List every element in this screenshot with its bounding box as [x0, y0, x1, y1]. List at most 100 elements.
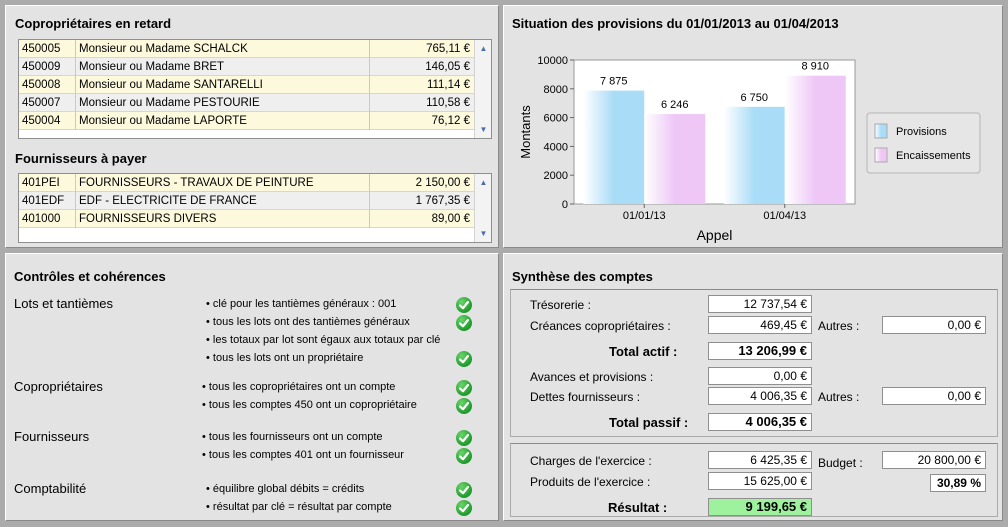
bar-encaissements	[784, 75, 846, 204]
total-actif-field: 13 206,99 €	[708, 342, 812, 360]
dettes-label: Dettes fournisseurs :	[530, 390, 641, 404]
cell-code: 450004	[19, 112, 76, 130]
retard-scrollbar[interactable]: ▲ ▼	[474, 40, 491, 138]
cell-name: Monsieur ou Madame BRET	[76, 58, 370, 76]
controle-item: • tous les comptes 450 ont un copropriét…	[202, 399, 417, 411]
cell-amount: 89,00 €	[370, 210, 475, 228]
retard-title: Copropriétaires en retard	[15, 16, 172, 31]
table-row[interactable]: 450007 Monsieur ou Madame PESTOURIE 110,58…	[19, 94, 475, 112]
bar-value-label: 6 246	[661, 99, 689, 111]
table-row[interactable]: 450009 Monsieur ou Madame BRET 146,05 €	[19, 58, 475, 76]
cell-name: FOURNISSEURS - TRAVAUX DE PEINTURE	[76, 174, 370, 192]
y-tick-label: 2000	[544, 170, 568, 182]
cell-amount: 111,14 €	[370, 76, 475, 94]
cell-code: 450008	[19, 76, 76, 94]
y-tick-label: 8000	[544, 84, 568, 96]
y-tick-label: 10000	[537, 55, 568, 67]
cell-amount: 110,58 €	[370, 94, 475, 112]
controle-item: • clé pour les tantièmes généraux : 001	[206, 298, 397, 310]
autres-actif-field[interactable]: 0,00 €	[882, 316, 986, 334]
bar-provisions	[723, 106, 785, 204]
budget-label: Budget :	[818, 456, 863, 470]
fournisseurs-grid[interactable]: 401PEI FOURNISSEURS - TRAVAUX DE PEINTURE…	[18, 173, 492, 243]
panel-synthese: Synthèse des comptes Trésorerie : 12 737…	[503, 253, 1003, 521]
cell-name: Monsieur ou Madame SANTARELLI	[76, 76, 370, 94]
avances-field[interactable]: 0,00 €	[708, 367, 812, 385]
cell-code: 401PEI	[19, 174, 76, 192]
bar-value-label: 8 910	[801, 61, 829, 73]
charges-field[interactable]: 6 425,35 €	[708, 451, 812, 469]
table-row[interactable]: 401EDF EDF - ELECTRICITE DE FRANCE 1 767,3…	[19, 192, 475, 210]
cell-code: 401EDF	[19, 192, 76, 210]
check-ok-icon	[456, 297, 472, 313]
cell-amount: 2 150,00 €	[370, 174, 475, 192]
cell-code: 450005	[19, 40, 76, 58]
fournisseurs-title: Fournisseurs à payer	[15, 151, 147, 166]
check-ok-icon	[456, 430, 472, 446]
avances-label: Avances et provisions :	[530, 370, 654, 384]
scroll-down-icon[interactable]: ▼	[476, 122, 491, 137]
resultat-field: 9 199,65 €	[708, 498, 812, 516]
y-tick-label: 4000	[544, 141, 568, 153]
total-passif-label: Total passif :	[609, 415, 689, 430]
controle-item: • tous les fournisseurs ont un compte	[202, 431, 383, 443]
bar-value-label: 7 875	[600, 76, 628, 88]
legend-label: Provisions	[896, 126, 947, 138]
budget-field[interactable]: 20 800,00 €	[882, 451, 986, 469]
cell-code: 450009	[19, 58, 76, 76]
scroll-up-icon[interactable]: ▲	[476, 41, 491, 56]
check-ok-icon	[456, 398, 472, 414]
table-row[interactable]: 401000 FOURNISSEURS DIVERS 89,00 €	[19, 210, 475, 228]
synthese-title: Synthèse des comptes	[512, 269, 653, 284]
table-row[interactable]: 401PEI FOURNISSEURS - TRAVAUX DE PEINTURE…	[19, 174, 475, 192]
cell-name: Monsieur ou Madame PESTOURIE	[76, 94, 370, 112]
panel-chart: Situation des provisions du 01/01/2013 a…	[503, 5, 1003, 248]
controle-item: • équilibre global débits = crédits	[206, 483, 365, 495]
retard-grid[interactable]: 450005 Monsieur ou Madame SCHALCK 765,11 €…	[18, 39, 492, 139]
cell-name: EDF - ELECTRICITE DE FRANCE	[76, 192, 370, 210]
legend-swatch	[874, 123, 888, 139]
controle-section-label: Copropriétaires	[14, 379, 103, 394]
creances-field[interactable]: 469,45 €	[708, 316, 812, 334]
bar-value-label: 6 750	[740, 92, 768, 104]
controle-item: • tous les lots ont un propriétaire	[206, 352, 364, 364]
controle-item: • résultat par clé = résultat par compte	[206, 501, 392, 513]
check-ok-icon	[456, 500, 472, 516]
table-row[interactable]: 450008 Monsieur ou Madame SANTARELLI 111,1…	[19, 76, 475, 94]
controle-section-label: Lots et tantièmes	[14, 296, 113, 311]
legend-label: Encaissements	[896, 150, 971, 162]
cell-amount: 76,12 €	[370, 112, 475, 130]
cell-name: Monsieur ou Madame SCHALCK	[76, 40, 370, 58]
controle-item: • tous les copropriétaires ont un compte	[202, 381, 396, 393]
x-tick-label: 01/04/13	[763, 210, 806, 222]
tresorerie-label: Trésorerie :	[530, 298, 591, 312]
tresorerie-field[interactable]: 12 737,54 €	[708, 295, 812, 313]
budget-percent: 30,89 %	[930, 474, 986, 492]
resultat-label: Résultat :	[608, 500, 668, 515]
fournisseurs-scrollbar[interactable]: ▲ ▼	[474, 174, 491, 242]
cell-amount: 765,11 €	[370, 40, 475, 58]
table-row[interactable]: 450004 Monsieur ou Madame LAPORTE 76,12 €	[19, 112, 475, 130]
table-row[interactable]: 450005 Monsieur ou Madame SCHALCK 765,11 €	[19, 40, 475, 58]
cell-name: Monsieur ou Madame LAPORTE	[76, 112, 370, 130]
produits-label: Produits de l'exercice :	[530, 475, 651, 489]
y-tick-label: 6000	[544, 113, 568, 125]
autres-passif-field[interactable]: 0,00 €	[882, 387, 986, 405]
scroll-up-icon[interactable]: ▲	[476, 175, 491, 190]
x-tick-label: 01/01/13	[623, 210, 666, 222]
y-axis-label: Montants	[518, 105, 533, 159]
dettes-field[interactable]: 4 006,35 €	[708, 387, 812, 405]
controle-section-label: Comptabilité	[14, 481, 87, 496]
scroll-down-icon[interactable]: ▼	[476, 226, 491, 241]
cell-amount: 1 767,35 €	[370, 192, 475, 210]
bar-encaissements	[644, 114, 706, 204]
check-ok-icon	[456, 448, 472, 464]
autres-passif-label: Autres :	[818, 390, 860, 404]
bar-provisions	[583, 90, 645, 204]
produits-field[interactable]: 15 625,00 €	[708, 472, 812, 490]
controle-item: • tous les lots ont des tantièmes généra…	[206, 316, 410, 328]
cell-name: FOURNISSEURS DIVERS	[76, 210, 370, 228]
creances-label: Créances copropriétaires :	[530, 319, 671, 333]
legend-swatch	[874, 147, 888, 163]
check-ok-icon	[456, 482, 472, 498]
